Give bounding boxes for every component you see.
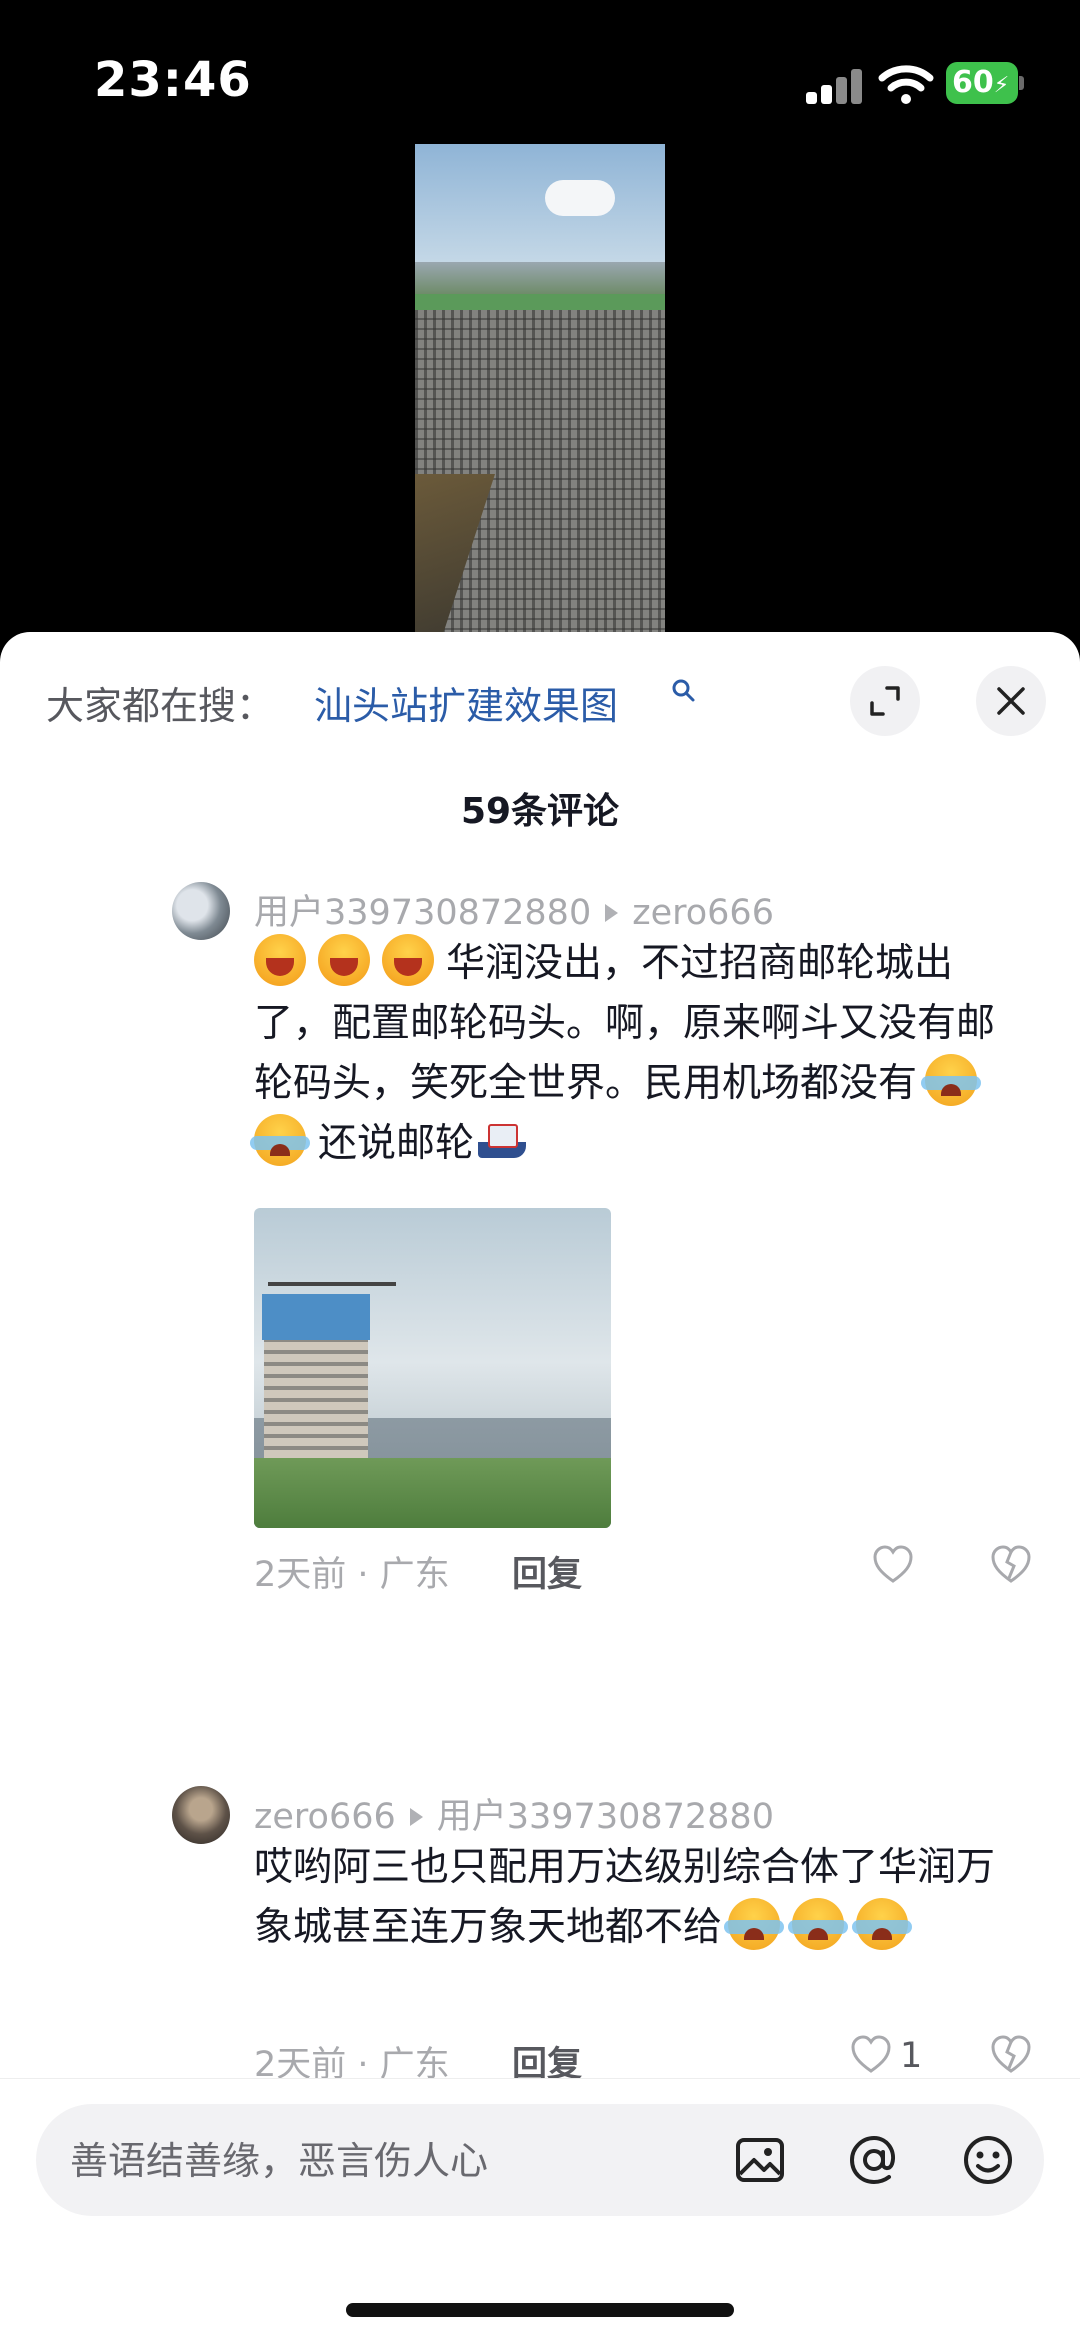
image-icon[interactable] [730, 2130, 790, 2190]
comment-input[interactable] [70, 2134, 690, 2188]
cellular-signal-icon [806, 68, 864, 104]
expand-button[interactable] [850, 666, 920, 736]
like-icon[interactable] [848, 2032, 894, 2078]
reply-arrow-icon [605, 904, 619, 922]
dislike-icon[interactable] [988, 2032, 1034, 2078]
comment-time-location: 2天前 · 广东 [254, 1555, 450, 1595]
search-icon[interactable] [671, 678, 697, 704]
mention-icon[interactable] [844, 2130, 904, 2190]
reply-to-user[interactable]: 用户339730872880 [437, 1797, 774, 1837]
close-icon [997, 687, 1025, 715]
crying-emoji-icon [921, 1054, 982, 1106]
like-icon[interactable] [870, 1542, 916, 1588]
crying-emoji-icon [250, 1114, 310, 1166]
comment-text: 哎哟阿三也只配用万达级别综合体了华润万象城甚至连万象天地都不给 [254, 1838, 1024, 1958]
battery-level: 60 [952, 65, 994, 100]
reply-arrow-icon [409, 1808, 423, 1826]
laughing-emoji-icon [382, 934, 434, 986]
dislike-icon[interactable] [988, 1542, 1034, 1588]
comment-author[interactable]: zero666 [254, 1797, 396, 1837]
comment-author-line: zero666 用户339730872880 [254, 1788, 774, 1839]
video-frame-image [415, 144, 665, 636]
ship-emoji-icon [474, 1116, 528, 1164]
laughing-emoji-icon [254, 934, 306, 986]
battery-icon: 60⚡ [946, 62, 1024, 104]
comment-text: 华润没出，不过招商邮轮城出了，配置邮轮码头。啊，原来啊斗又没有邮轮码头，笑死全世… [250, 934, 1024, 1174]
crying-emoji-icon [788, 1898, 849, 1950]
wifi-icon [878, 65, 934, 104]
comment-author-line: 用户339730872880 zero666 [254, 884, 774, 935]
like-count: 1 [900, 2036, 923, 2076]
comment-input-container[interactable] [36, 2104, 1044, 2216]
video-player[interactable] [0, 140, 1080, 660]
home-indicator[interactable] [346, 2303, 734, 2317]
comment-author[interactable]: 用户339730872880 [254, 893, 591, 933]
crying-emoji-icon [852, 1898, 913, 1950]
emoji-icon[interactable] [958, 2130, 1018, 2190]
search-suggestion-link[interactable]: 汕头站扩建效果图 [314, 675, 618, 730]
avatar[interactable] [172, 1786, 230, 1844]
comment-image[interactable] [254, 1208, 611, 1528]
comment-footer: 2天前 · 广东 回复 [254, 1545, 1054, 1597]
search-suggestion-prefix: 大家都在搜： [46, 684, 275, 728]
reply-button[interactable]: 回复 [512, 1546, 582, 1597]
avatar[interactable] [172, 882, 230, 940]
crying-emoji-icon [724, 1898, 785, 1950]
comment-count-title: 59条评论 [460, 791, 620, 832]
status-bar: 23:46 60⚡ [0, 0, 1080, 140]
close-button[interactable] [976, 666, 1046, 736]
laughing-emoji-icon [318, 934, 370, 986]
status-time: 23:46 [94, 52, 252, 108]
search-suggestion-row: 大家都在搜： 汕头站扩建效果图 [0, 632, 1080, 762]
comment-text-part-2: 还说邮轮 [318, 1121, 475, 1166]
reply-to-user[interactable]: zero666 [632, 893, 774, 933]
expand-icon [870, 686, 900, 716]
